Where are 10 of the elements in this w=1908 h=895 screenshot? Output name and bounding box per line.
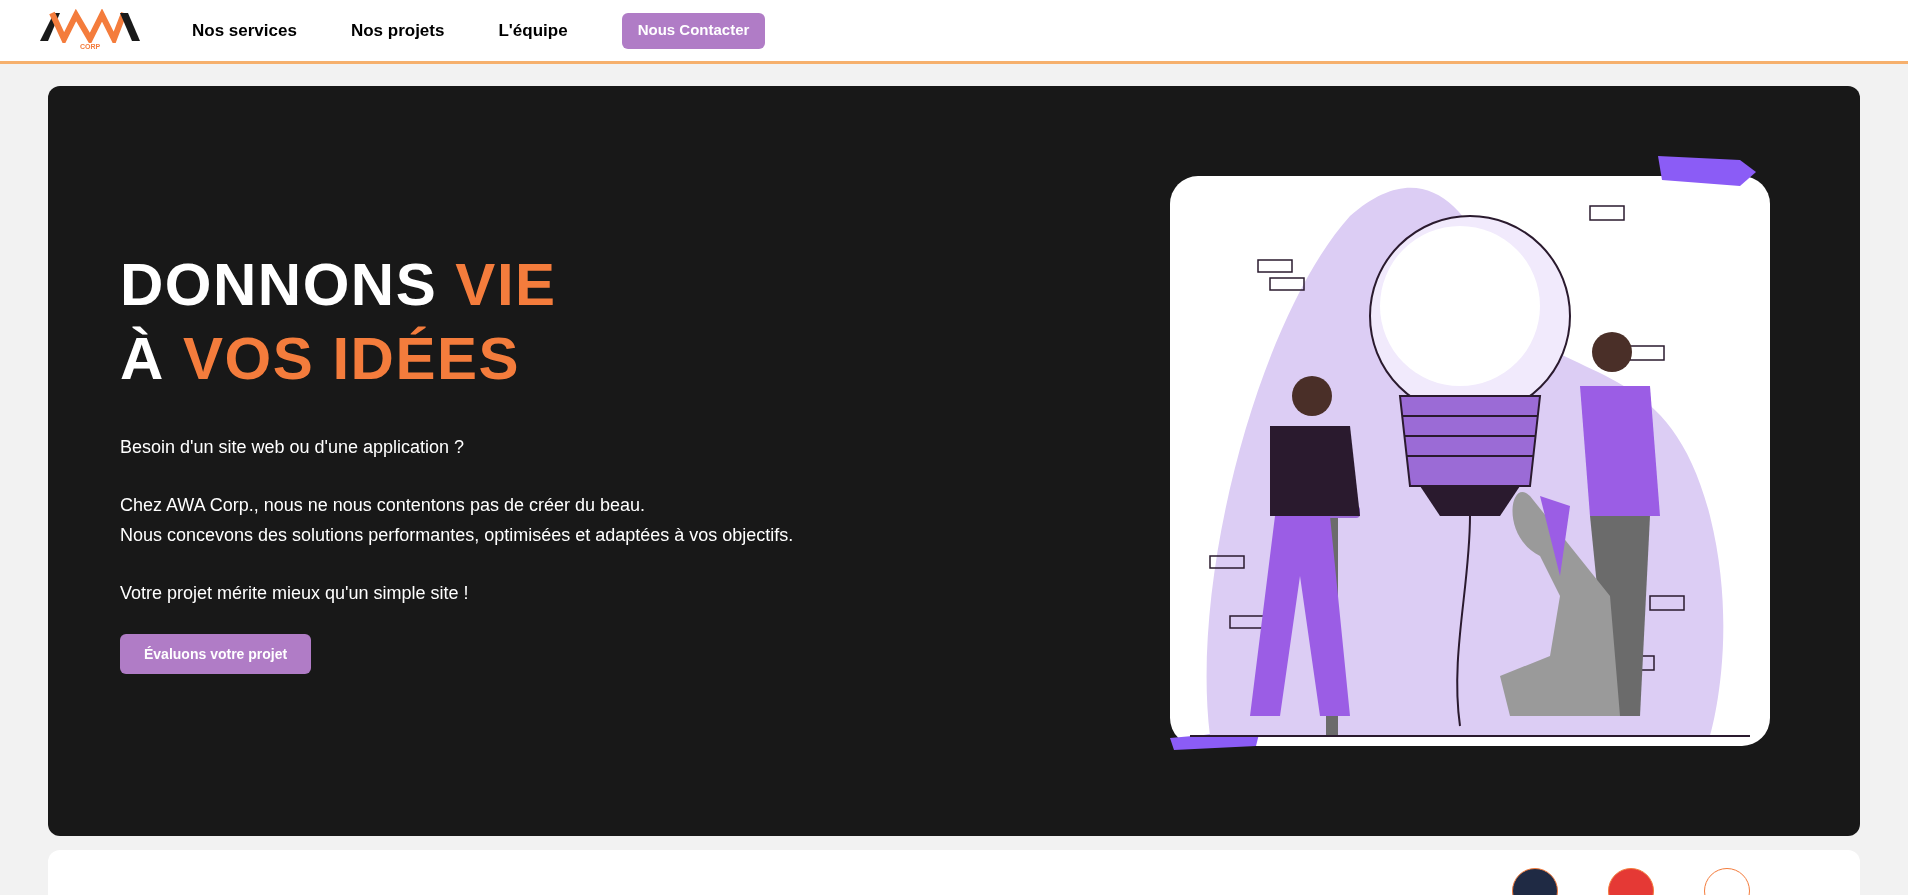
logo-mark-icon (38, 8, 142, 43)
hero-headline-line: À VOS IDÉES (120, 324, 521, 394)
hero-text: Nous concevons des solutions performantes, optimisées et adaptées à vos objectifs. (120, 524, 794, 547)
hero-text: Chez AWA Corp., nous ne nous contentons pas de créer du beau. (120, 494, 646, 517)
nav-link[interactable]: Nos services (192, 17, 297, 44)
nav-link[interactable]: Nos projets (350, 17, 445, 44)
hero-text: Besoin d'un site web ou d'une application ? (120, 436, 466, 459)
hero-headline-line: DONNONS VIE (120, 250, 558, 320)
hero-text: Votre projet mérite mieux qu'un simple site ! (120, 582, 470, 605)
nav-link[interactable]: L'équipe (498, 17, 568, 44)
